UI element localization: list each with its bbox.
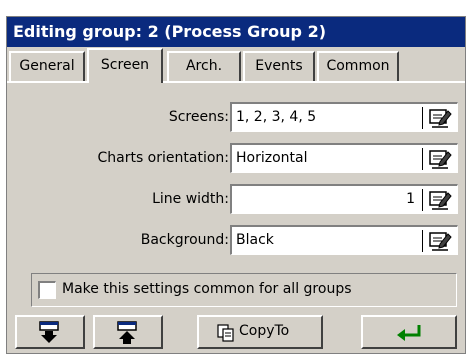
dialog-title: Editing group: 2 (Process Group 2) [7,17,465,47]
tab-general[interactable]: General [9,51,85,81]
tab-divider [7,81,465,83]
field-separator [422,148,423,170]
edit-icon[interactable] [428,107,452,129]
tab-general-label: General [19,58,75,74]
background-value: Black [236,232,274,248]
orientation-value: Horizontal [236,150,308,166]
move-up-button[interactable] [93,315,163,349]
edit-icon[interactable] [428,230,452,252]
field-separator [422,107,423,129]
enter-button[interactable] [361,315,457,349]
copy-to-label: CopyTo [239,323,290,339]
tab-common-label: Common [326,58,390,74]
tab-events[interactable]: Events [243,51,315,81]
copy-icon [217,324,234,342]
field-separator [422,230,423,252]
common-settings-row: Make this settings common for all groups [31,273,457,307]
edit-icon[interactable] [428,189,452,211]
tab-screen-label: Screen [100,57,150,73]
background-field[interactable]: Black [230,225,458,255]
orientation-label: Charts orientation: [97,150,229,166]
tab-screen[interactable]: Screen [87,48,163,83]
edit-group-dialog: Editing group: 2 (Process Group 2) Gener… [6,16,466,354]
line-width-field[interactable]: 1 [230,184,458,214]
line-width-label: Line width: [152,191,229,207]
tab-events-label: Events [255,58,303,74]
move-up-icon [117,321,137,344]
tab-archive-label: Arch. [185,58,223,74]
edit-icon[interactable] [428,148,452,170]
screens-label: Screens: [168,109,229,125]
orientation-field[interactable]: Horizontal [230,143,458,173]
line-width-value: 1 [406,191,415,207]
tab-archive[interactable]: Arch. [167,51,241,81]
enter-icon [397,325,421,341]
common-settings-label[interactable]: Make this settings common for all groups [62,281,352,297]
move-down-icon [39,321,59,343]
common-settings-checkbox[interactable] [38,281,56,299]
copy-to-button[interactable]: CopyTo [197,315,323,349]
field-separator [422,189,423,211]
screens-value: 1, 2, 3, 4, 5 [236,109,317,125]
screens-field[interactable]: 1, 2, 3, 4, 5 [230,102,458,132]
tab-common[interactable]: Common [317,51,399,81]
move-down-button[interactable] [15,315,85,349]
background-label: Background: [140,232,229,248]
